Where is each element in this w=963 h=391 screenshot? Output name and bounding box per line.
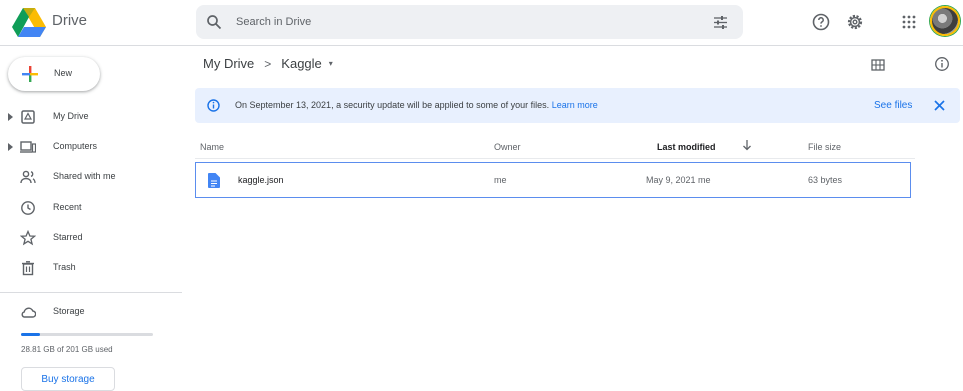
app-name[interactable]: Drive bbox=[52, 12, 87, 29]
banner-text: On September 13, 2021, a security update… bbox=[235, 100, 550, 110]
storage-usage-text: 28.81 GB of 201 GB used bbox=[21, 345, 113, 354]
column-header-file-size[interactable]: File size bbox=[808, 142, 841, 152]
sidebar-item-shared-with-me[interactable]: Shared with me bbox=[0, 166, 182, 188]
new-button-label: New bbox=[54, 68, 73, 78]
sidebar-divider bbox=[0, 292, 182, 293]
apps-grid-icon[interactable] bbox=[899, 12, 919, 32]
trash-icon bbox=[22, 261, 34, 276]
storage-usage-bar bbox=[21, 333, 153, 336]
computers-icon bbox=[20, 141, 36, 153]
breadcrumb-root[interactable]: My Drive bbox=[203, 56, 254, 71]
avatar[interactable] bbox=[930, 6, 960, 36]
table-row[interactable]: kaggle.json me May 9, 2021 me 63 bytes bbox=[195, 162, 911, 198]
shared-icon bbox=[20, 170, 36, 184]
breadcrumb-separator: > bbox=[264, 56, 272, 71]
header-divider bbox=[195, 158, 915, 159]
breadcrumb-current-folder[interactable]: Kaggle bbox=[281, 56, 321, 71]
see-files-button[interactable]: See files bbox=[874, 100, 912, 111]
breadcrumb: My Drive > Kaggle ▾ bbox=[203, 56, 333, 71]
column-header-last-modified[interactable]: Last modified bbox=[657, 142, 716, 152]
sidebar-item-label: Starred bbox=[53, 232, 83, 242]
sidebar-item-my-drive[interactable]: My Drive bbox=[0, 106, 182, 128]
file-owner: me bbox=[494, 175, 507, 185]
sidebar-item-label: My Drive bbox=[53, 111, 89, 121]
search-options-icon[interactable] bbox=[713, 15, 728, 30]
settings-icon[interactable] bbox=[845, 12, 865, 32]
column-header-name[interactable]: Name bbox=[200, 142, 224, 152]
sidebar-item-starred[interactable]: Starred bbox=[0, 227, 182, 249]
file-last-modified: May 9, 2021 me bbox=[646, 175, 711, 185]
plus-icon bbox=[22, 66, 38, 82]
top-bar: Drive bbox=[0, 0, 963, 46]
sidebar-item-recent[interactable]: Recent bbox=[0, 197, 182, 219]
clock-icon bbox=[21, 201, 35, 215]
expand-arrow-icon[interactable] bbox=[8, 112, 14, 122]
sidebar-item-label: Recent bbox=[53, 202, 82, 212]
buy-storage-button[interactable]: Buy storage bbox=[21, 367, 115, 391]
star-icon bbox=[20, 230, 36, 246]
close-icon[interactable] bbox=[933, 99, 946, 112]
document-icon bbox=[208, 173, 220, 188]
expand-arrow-icon[interactable] bbox=[8, 142, 14, 152]
search-bar[interactable] bbox=[196, 5, 743, 39]
column-header-owner[interactable]: Owner bbox=[494, 142, 521, 152]
info-icon bbox=[207, 99, 220, 112]
sidebar-item-label: Storage bbox=[53, 306, 85, 316]
my-drive-icon bbox=[21, 110, 35, 124]
new-button[interactable]: New bbox=[8, 57, 100, 91]
sidebar-item-trash[interactable]: Trash bbox=[0, 257, 182, 279]
search-icon[interactable] bbox=[206, 14, 222, 30]
drive-logo-icon[interactable] bbox=[12, 7, 46, 37]
banner-message: On September 13, 2021, a security update… bbox=[235, 100, 598, 110]
cloud-icon bbox=[21, 307, 36, 318]
sort-descending-icon[interactable] bbox=[742, 139, 752, 151]
security-update-banner: On September 13, 2021, a security update… bbox=[195, 88, 960, 123]
sidebar-item-label: Computers bbox=[53, 141, 98, 151]
help-icon[interactable] bbox=[811, 12, 831, 32]
storage-usage-fill bbox=[21, 333, 40, 336]
search-input[interactable] bbox=[236, 5, 686, 39]
details-info-icon[interactable] bbox=[934, 56, 950, 72]
sidebar-item-storage[interactable]: Storage bbox=[0, 301, 182, 323]
file-name: kaggle.json bbox=[238, 175, 284, 185]
sidebar-item-label: Trash bbox=[53, 262, 76, 272]
sidebar-item-label: Shared with me bbox=[53, 171, 116, 181]
folder-menu-caret-icon[interactable]: ▾ bbox=[329, 59, 333, 68]
file-size: 63 bytes bbox=[808, 175, 843, 185]
learn-more-link[interactable]: Learn more bbox=[552, 100, 598, 110]
sidebar-item-computers[interactable]: Computers bbox=[0, 136, 182, 158]
grid-view-icon[interactable] bbox=[871, 58, 885, 72]
